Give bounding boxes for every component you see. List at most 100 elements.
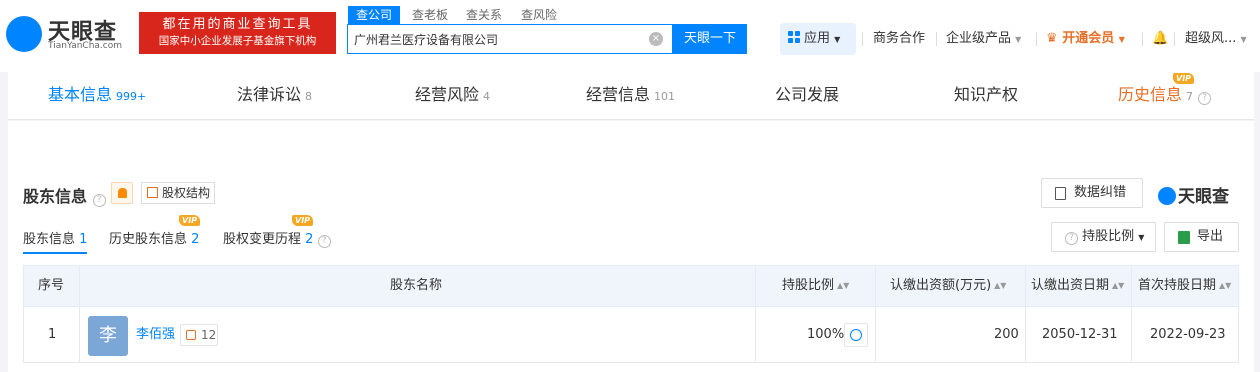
tab-label: 公司发展: [775, 85, 840, 104]
tab-count: 101: [654, 90, 676, 103]
search-tab-boss[interactable]: 查老板: [412, 6, 448, 24]
tab-count: 8: [305, 90, 313, 103]
equity-structure-label: 股权结构: [162, 186, 211, 200]
tab-operations[interactable]: 经营信息 101: [586, 72, 675, 120]
relation-count-badge[interactable]: 12: [180, 324, 218, 346]
slogan-line-2: 国家中小企业发展子基金旗下机构: [158, 35, 317, 47]
header-first-date-label: 首次持股日期: [1138, 278, 1217, 293]
data-correction-button[interactable]: 数据纠错: [1041, 178, 1143, 208]
search-tab-relation[interactable]: 查关系: [466, 6, 502, 24]
subtab-label: 股权变更历程: [223, 232, 302, 247]
avatar[interactable]: 李: [88, 316, 128, 356]
chevron-down-icon: ▼: [1240, 35, 1247, 44]
tab-label: 法律诉讼: [237, 85, 302, 104]
ratio-filter-button[interactable]: ? 持股比例 ▼: [1051, 222, 1156, 252]
column-divider: [755, 266, 756, 306]
subtab-label: 历史股东信息: [109, 232, 188, 247]
cell-ratio: 100%: [807, 327, 845, 342]
header-first-date[interactable]: 首次持股日期 ▲▼: [1138, 266, 1231, 306]
nav-vip-label: 开通会员: [1062, 31, 1115, 46]
subtab-label: 股东信息: [23, 232, 76, 247]
sort-icon: ▲▼: [837, 281, 850, 290]
tab-count: 7: [1186, 90, 1194, 103]
header-ratio-label: 持股比例: [782, 278, 835, 293]
search-input[interactable]: [354, 29, 644, 49]
crown-icon: ♛: [1046, 31, 1058, 46]
main-tabs: 基本信息 999+ 法律诉讼 8 经营风险 4 经营信息 101 公司发展 知识产权 历…: [8, 72, 1254, 120]
tab-history[interactable]: 历史信息 7 ?: [1118, 72, 1212, 120]
header-date-label: 认缴出资日期: [1031, 278, 1110, 293]
structure-icon: [147, 187, 158, 198]
chevron-down-icon: ▼: [1118, 35, 1125, 44]
subtab-shareholders[interactable]: 股东信息 1: [23, 228, 88, 254]
tab-development[interactable]: 公司发展: [775, 72, 839, 120]
app-menu-label: 应用: [804, 31, 831, 46]
pie-chart-button[interactable]: [844, 323, 868, 347]
nav-user-label: 超级风...: [1185, 31, 1237, 46]
header-amount-label: 认缴出资额(万元): [890, 278, 992, 293]
vip-badge: VIP: [292, 215, 314, 226]
tab-risk[interactable]: 经营风险 4: [415, 72, 490, 120]
tab-count: 4: [483, 90, 491, 103]
logo-mark-icon: [6, 16, 42, 52]
bell-icon: [118, 188, 127, 198]
chevron-down-icon: ▼: [1138, 233, 1145, 242]
cell-index: 1: [48, 327, 57, 342]
header-index: 序号: [38, 278, 65, 293]
column-divider: [755, 307, 756, 363]
column-divider: [875, 266, 876, 306]
nav-enterprise[interactable]: 企业级产品 ▼: [946, 23, 1021, 55]
watermark-text: 天眼查: [1178, 187, 1229, 207]
slogan-banner: 都在用的商业查询工具 国家中小企业发展子基金旗下机构: [139, 12, 336, 54]
equity-structure-button[interactable]: 股权结构: [141, 182, 215, 204]
shareholder-name-link[interactable]: 李佰强: [136, 307, 175, 362]
column-divider: [1131, 266, 1132, 306]
help-icon[interactable]: ?: [1198, 92, 1212, 105]
header-ratio[interactable]: 持股比例 ▲▼: [782, 266, 849, 306]
app-menu-button[interactable]: 应用 ▼: [780, 23, 856, 55]
header-amount[interactable]: 认缴出资额(万元) ▲▼: [890, 266, 1006, 306]
search-tab-risk[interactable]: 查风险: [521, 6, 557, 24]
tab-label: 经营风险: [415, 85, 480, 104]
subtab-history-shareholders[interactable]: 历史股东信息 2: [109, 228, 199, 247]
export-button[interactable]: 导出: [1164, 222, 1239, 252]
top-header: 天眼查 TianYanCha.com 都在用的商业查询工具 国家中小企业发展子基…: [0, 0, 1260, 72]
help-icon[interactable]: ?: [317, 235, 331, 248]
monitor-bell-button[interactable]: [111, 182, 133, 204]
chevron-down-icon: ▼: [834, 35, 841, 44]
tab-basic-info[interactable]: 基本信息 999+: [48, 72, 146, 120]
clear-icon[interactable]: ×: [649, 32, 663, 46]
help-icon: ?: [1065, 232, 1078, 245]
tab-ip[interactable]: 知识产权: [954, 72, 1018, 120]
vip-badge: VIP: [1173, 73, 1195, 84]
section-title: 股东信息 ?: [23, 183, 106, 207]
sort-icon: ▲▼: [1112, 281, 1125, 290]
nav-divider: [936, 32, 937, 46]
nav-enterprise-label: 企业级产品: [946, 31, 1012, 46]
slogan-line-1: 都在用的商业查询工具: [162, 17, 313, 32]
help-icon[interactable]: ?: [92, 194, 106, 207]
export-label: 导出: [1197, 229, 1224, 244]
excel-icon: [1178, 231, 1190, 244]
document-icon: [1055, 187, 1066, 200]
pie-chart-icon: [850, 329, 862, 341]
column-divider: [1025, 266, 1026, 306]
relation-icon: [186, 330, 196, 340]
tab-legal[interactable]: 法律诉讼 8: [237, 72, 312, 120]
subtab-count: 2: [305, 232, 314, 247]
header-name: 股东名称: [390, 278, 443, 293]
search-tab-company[interactable]: 查公司: [348, 6, 401, 24]
column-divider: [79, 307, 80, 363]
nav-user[interactable]: 超级风... ▼: [1185, 23, 1247, 55]
bell-icon[interactable]: 🔔: [1152, 23, 1168, 55]
subtab-equity-change[interactable]: 股权变更历程 2 ?: [223, 228, 331, 248]
nav-business[interactable]: 商务合作: [873, 23, 925, 55]
nav-vip[interactable]: ♛ 开通会员 ▼: [1046, 23, 1125, 55]
tab-label: 基本信息: [48, 85, 113, 104]
column-divider: [1025, 307, 1026, 363]
nav-divider: [1174, 32, 1175, 46]
search-button[interactable]: 天眼一下: [673, 24, 747, 54]
header-date[interactable]: 认缴出资日期 ▲▼: [1031, 266, 1124, 306]
nav-divider: [1142, 32, 1143, 46]
brand-logo[interactable]: 天眼查 TianYanCha.com: [6, 12, 136, 52]
